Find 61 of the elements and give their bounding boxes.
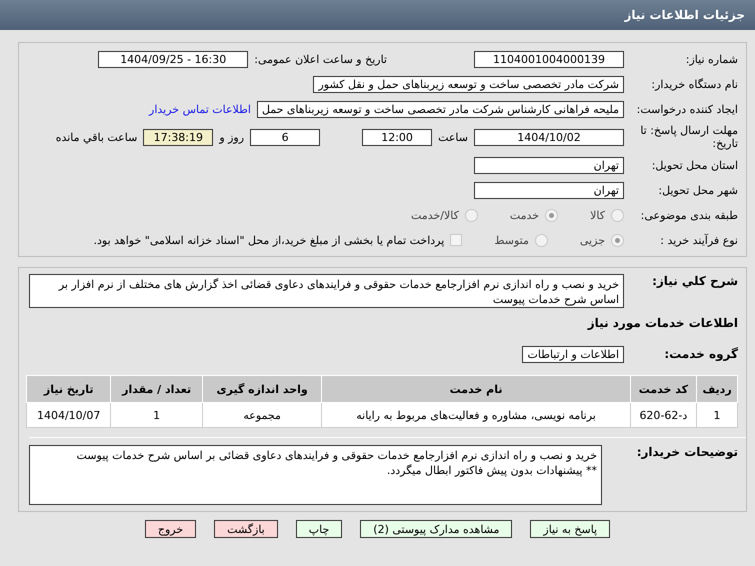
contact-link[interactable]: اطلاعات تماس خریدار bbox=[149, 102, 251, 116]
field-label: توضیحات خریدار: bbox=[636, 445, 739, 459]
field-label: نام دستگاه خریدار: bbox=[650, 78, 739, 90]
remaining-time-field: 17:38:19 bbox=[143, 128, 214, 146]
option-label: کالا/خدمت bbox=[411, 208, 459, 222]
buyer-field: شرکت مادر تخصصی ساخت و توسعه زیربناهای حمل و نقل کشور bbox=[313, 76, 624, 92]
days-field: 6 bbox=[250, 128, 320, 146]
column-header: واحد اندازه گیری bbox=[202, 376, 322, 402]
column-header: تعداد / مقدار bbox=[110, 376, 202, 402]
radio-button[interactable] bbox=[464, 208, 478, 222]
action-button[interactable]: خروج bbox=[144, 520, 196, 538]
radio-button[interactable] bbox=[545, 208, 558, 222]
field-label: تاریخ و ساعت اعلان عمومی: bbox=[254, 52, 387, 66]
field-label: مهلت ارسال پاسخ: تا تاریخ: bbox=[639, 124, 739, 150]
field-label: شهر محل تحویل: bbox=[657, 184, 739, 196]
field-label: شماره نیاز: bbox=[684, 52, 739, 66]
need-number-field: 1104001004000139 bbox=[474, 50, 624, 68]
action-button[interactable]: پاسخ به نیاز bbox=[530, 520, 610, 538]
city-field: تهران bbox=[474, 182, 624, 198]
table-cell: د-62-620 bbox=[630, 402, 697, 428]
field-label: ساعت bbox=[438, 130, 468, 144]
field-label: شرح کلي نياز: bbox=[651, 274, 739, 288]
creator-field: ملیحه فراهانی کارشناس شرکت مادر تخصصی ساخت و توسعه زیربناهای حمل bbox=[256, 100, 624, 118]
field-label: نوع فرآیند خرید : bbox=[659, 234, 739, 246]
page-header: جزئیات اطلاعات نیاز bbox=[0, 0, 755, 30]
option-label: جزیی bbox=[580, 234, 605, 246]
table-cell: 1 bbox=[110, 402, 202, 428]
table-cell: مجموعه bbox=[202, 402, 322, 428]
action-button[interactable]: بازگشت bbox=[214, 520, 278, 538]
option-label: خدمت bbox=[510, 208, 540, 222]
field-label: گروه خدمت: bbox=[663, 347, 739, 361]
option-label: متوسط bbox=[494, 234, 529, 246]
table-cell: 1 bbox=[696, 402, 738, 428]
action-button[interactable]: چاپ bbox=[296, 520, 342, 538]
announce-date-field: 1404/09/25 - 16:30 bbox=[98, 50, 248, 68]
column-header: تاریخ نیاز bbox=[26, 376, 111, 402]
field-label: استان محل تحویل: bbox=[650, 158, 739, 172]
deadline-date-field: 1404/10/02 bbox=[474, 128, 624, 146]
field-label: ساعت باقي مانده bbox=[56, 130, 138, 144]
field-label: طبقه بندی موضوعی: bbox=[640, 208, 739, 222]
option-label: پرداخت تمام یا بخشی از مبلغ خرید،از محل "اسناد خزانه اسلامی" خواهد بود. bbox=[94, 234, 444, 246]
table-cell: 1404/10/07 bbox=[26, 402, 111, 428]
option-label: کالا bbox=[590, 208, 605, 222]
field-label: روز و bbox=[219, 130, 244, 144]
province-field: تهران bbox=[474, 156, 624, 174]
radio-button[interactable] bbox=[534, 234, 548, 246]
summary-field: خرید و نصب و راه اندازی نرم افزارجامع خدمات حقوقی و فرایندهای دعاوی قضائی اخذ گزارش های مختلف از نرم افزار بر اساس شرح خدمات پیوست bbox=[29, 274, 624, 308]
column-header: کد خدمت bbox=[630, 376, 697, 402]
checkbox[interactable] bbox=[450, 234, 462, 246]
field-label: ایجاد کننده درخواست: bbox=[636, 102, 739, 116]
column-header: نام خدمت bbox=[322, 376, 630, 402]
section-title: اطلاعات خدمات مورد نیاز bbox=[588, 316, 739, 330]
column-header: ردیف bbox=[696, 376, 738, 402]
action-button[interactable]: مشاهده مدارک پیوستی (2) bbox=[360, 520, 512, 538]
notes-line: خرید و نصب و راه اندازی نرم افزارجامع خدمات حقوقی و فرایندهای دعاوی قضائی بر اساس شرح خدمات پیوست bbox=[76, 448, 597, 463]
radio-button[interactable] bbox=[611, 234, 624, 246]
table-cell: برنامه نویسی، مشاوره و فعالیت‌های مربوط به رایانه bbox=[322, 402, 630, 428]
radio-button[interactable] bbox=[611, 208, 624, 222]
deadline-time-field: 12:00 bbox=[362, 128, 432, 146]
notes-line: ** پیشنهادات بدون پیش فاکتور ابطال میگردد. bbox=[386, 463, 597, 478]
service-group-field: اطلاعات و ارتباطات bbox=[522, 346, 624, 362]
